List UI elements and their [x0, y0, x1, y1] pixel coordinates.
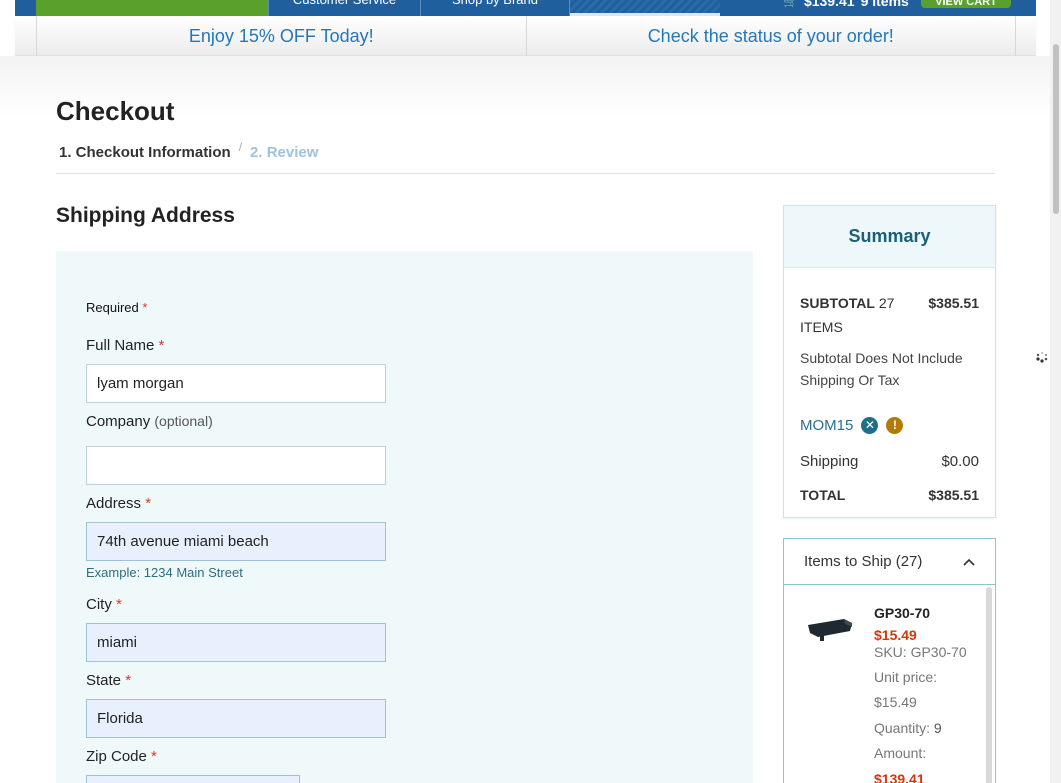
company-label: Company (optional)	[86, 413, 213, 430]
top-nav-bar: Customer Service Shop by Brand 🛒 $139.41…	[15, 0, 1036, 16]
cart-icon: 🛒	[783, 0, 798, 8]
total-label: TOTAL	[800, 487, 846, 503]
promo-discount-link[interactable]: Enjoy 15% OFF Today!	[37, 16, 526, 56]
quantity-value: 9	[933, 720, 942, 736]
shipping-address-title: Shipping Address	[56, 204, 235, 227]
state-label: State *	[86, 672, 131, 689]
shipping-label: Shipping	[800, 453, 859, 470]
required-marker: *	[158, 337, 165, 354]
zip-label-text: Zip Code	[86, 748, 147, 765]
shipping-value: $0.00	[941, 453, 979, 470]
remove-coupon-icon[interactable]: ✕	[861, 417, 879, 434]
state-select[interactable]: Florida	[86, 699, 386, 738]
full-name-label-text: Full Name	[86, 337, 155, 354]
required-marker: *	[151, 748, 157, 765]
city-input[interactable]: miami	[86, 623, 386, 662]
required-marker: *	[145, 495, 152, 512]
required-marker: *	[116, 596, 122, 613]
cart-item-count: 9 items	[860, 0, 909, 9]
page-scroll-thumb[interactable]	[1053, 44, 1059, 214]
step-checkout-information: 1. Checkout Information	[59, 144, 231, 161]
address-input[interactable]: 74th avenue miami beach	[86, 522, 386, 561]
items-to-ship-toggle[interactable]: Items to Ship (27)	[784, 539, 995, 585]
required-note-text: Required	[86, 300, 139, 315]
product-image[interactable]	[804, 611, 856, 645]
order-status-link[interactable]: Check the status of your order!	[525, 16, 1016, 56]
state-label-text: State	[86, 672, 122, 689]
home-nav-button[interactable]	[36, 0, 268, 16]
required-note: Required *	[86, 300, 147, 315]
items-scrollbar[interactable]	[986, 587, 992, 783]
zip-input[interactable]	[86, 775, 300, 783]
item-price: $15.49	[874, 627, 917, 643]
zip-label: Zip Code *	[86, 748, 157, 765]
checkout-steps: 1. Checkout Information / 2. Review	[59, 140, 318, 161]
subtotal-value: $385.51	[928, 295, 979, 311]
nav-active-tab[interactable]	[570, 0, 720, 16]
section-divider	[56, 173, 995, 174]
amount-label: Amount:	[874, 745, 927, 761]
items-to-ship-panel: Items to Ship (27) GP30-70 $15.49 SKU: G…	[783, 538, 996, 783]
city-label: City *	[86, 596, 122, 613]
amount-value: $139.41	[874, 771, 925, 783]
shipping-row: Shipping $0.00	[800, 453, 979, 470]
promo-bar: Enjoy 15% OFF Today! Check the status of…	[15, 16, 1036, 56]
quantity-row: Quantity: 9	[874, 720, 942, 736]
page-title: Checkout	[56, 96, 175, 126]
full-name-label: Full Name *	[86, 337, 164, 354]
subtotal-note: Subtotal Does Not Include Shipping Or Ta…	[800, 350, 963, 388]
company-input[interactable]	[86, 446, 386, 485]
page-scrollbar[interactable]	[1050, 0, 1061, 783]
coupon-code: MOM15	[800, 417, 854, 434]
order-summary: Summary SUBTOTAL 27 ITEMS $385.51 Subtot…	[783, 205, 996, 518]
optional-marker: (optional)	[154, 413, 213, 429]
address-hint: Example: 1234 Main Street	[86, 565, 243, 580]
warning-icon[interactable]: !	[886, 417, 904, 434]
address-label: Address *	[86, 495, 151, 512]
full-name-input[interactable]: lyam morgan	[86, 364, 386, 403]
subtotal-label: SUBTOTAL 27 ITEMS	[800, 291, 910, 339]
address-label-text: Address	[86, 495, 142, 512]
step-separator: /	[238, 140, 243, 154]
nav-shop-by-brand[interactable]: Shop by Brand	[420, 0, 570, 16]
city-label-text: City	[86, 596, 112, 613]
step-review[interactable]: 2. Review	[250, 144, 318, 161]
view-cart-button[interactable]: VIEW CART	[921, 0, 1011, 8]
item-name[interactable]: GP30-70	[874, 605, 930, 621]
total-row: TOTAL $385.51	[800, 487, 979, 503]
subtotal-label-text: SUBTOTAL	[800, 295, 875, 311]
nav-customer-service[interactable]: Customer Service	[268, 0, 420, 16]
total-value: $385.51	[928, 487, 979, 503]
promo-links: Enjoy 15% OFF Today! Check the status of…	[36, 16, 1016, 56]
unit-price-value: $15.49	[874, 694, 917, 710]
item-sku: SKU: GP30-70	[874, 644, 967, 660]
summary-title: Summary	[784, 206, 995, 268]
items-to-ship-title: Items to Ship (27)	[804, 553, 923, 570]
chevron-up-icon	[963, 555, 975, 569]
loading-spinner-icon	[1035, 350, 1049, 364]
cart-summary[interactable]: 🛒 $139.41 9 items	[783, 0, 909, 9]
cart-total-amount: $139.41	[803, 0, 855, 9]
company-label-text: Company	[86, 413, 151, 430]
quantity-label: Quantity:	[874, 720, 931, 736]
unit-price-label: Unit price:	[874, 669, 938, 685]
required-marker: *	[142, 300, 148, 315]
required-marker: *	[125, 672, 132, 689]
coupon-row: MOM15 ✕ !	[800, 417, 979, 434]
